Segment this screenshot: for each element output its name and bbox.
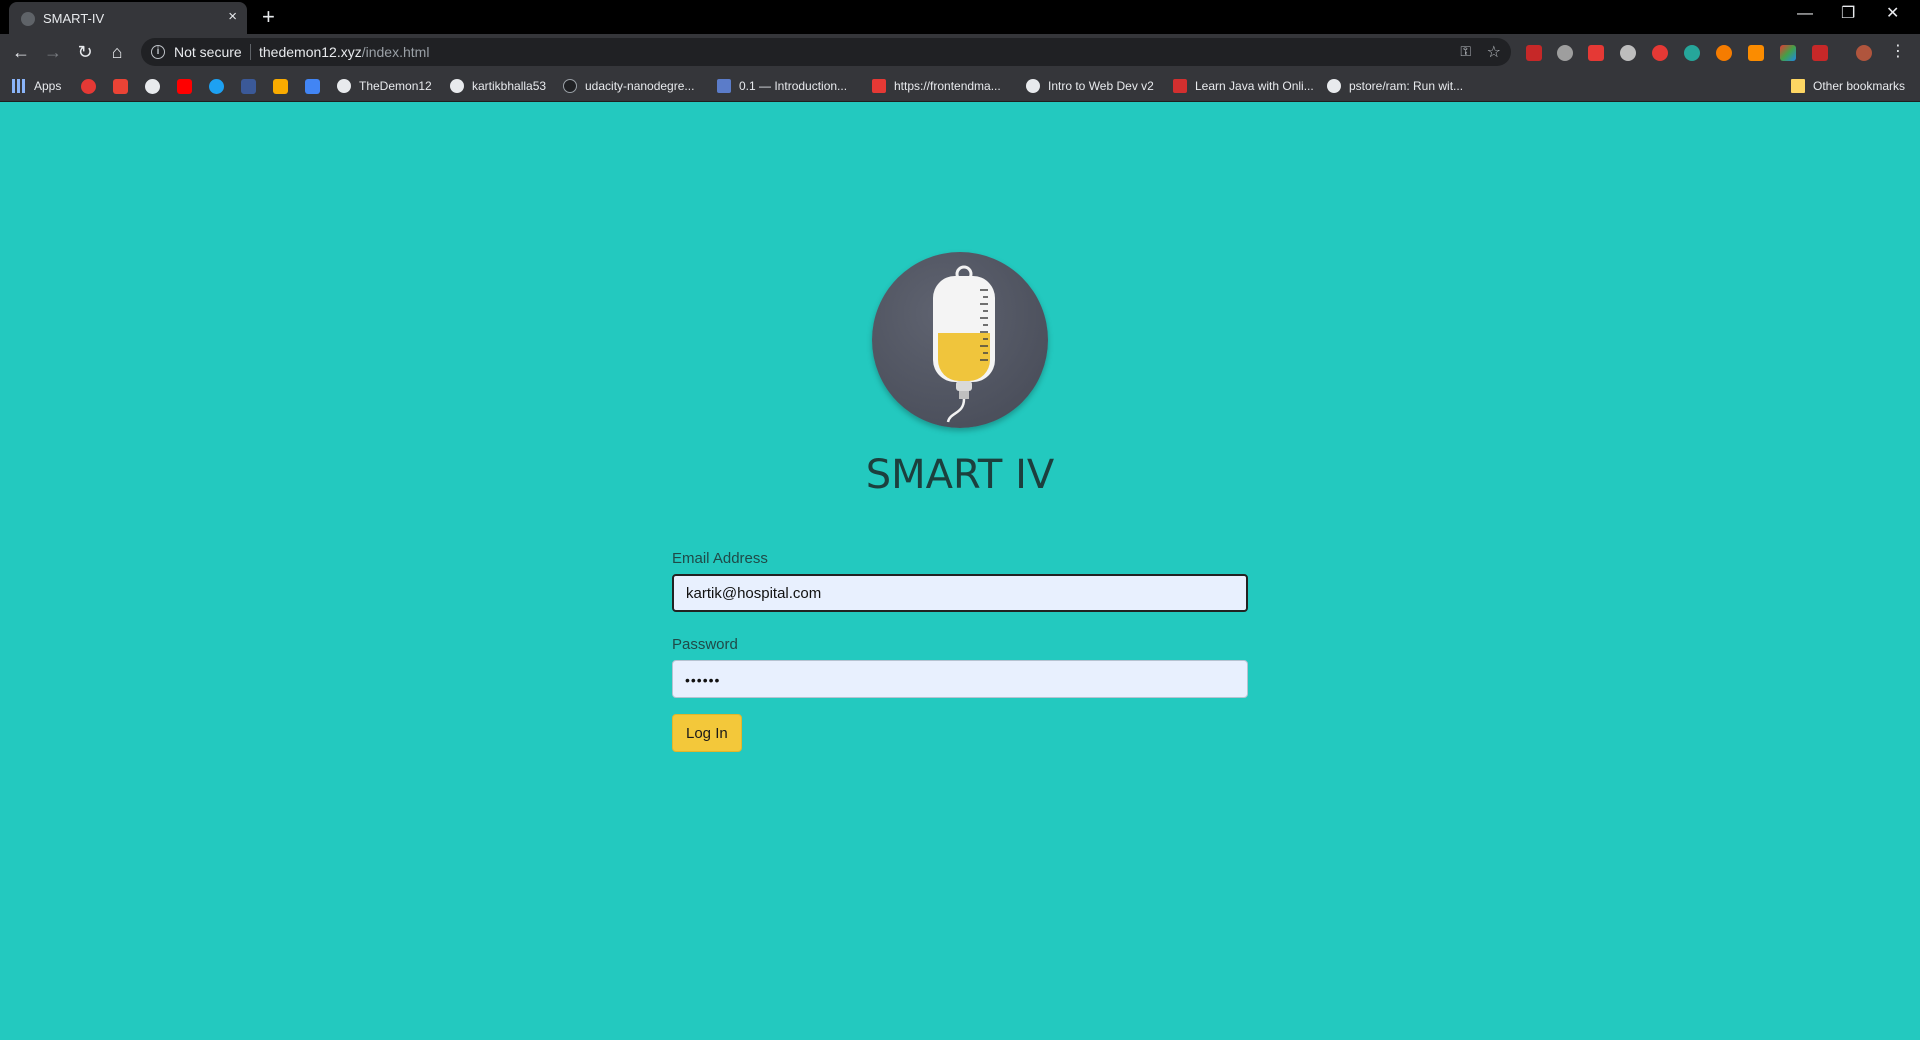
profile-avatar[interactable]: [1856, 45, 1872, 61]
url-text[interactable]: thedemon12.xyz/index.html: [259, 44, 429, 60]
bookmark-label: 0.1 — Introduction...: [739, 79, 848, 93]
new-tab-button[interactable]: +: [262, 4, 275, 30]
tab-close-icon[interactable]: ×: [228, 9, 237, 25]
extension-c-icon[interactable]: [1684, 45, 1700, 61]
page-title: SMART IV: [865, 452, 1055, 498]
edx-icon: [1173, 79, 1187, 93]
globe-icon: [21, 12, 35, 26]
bookmark-label: https://frontendma...: [894, 79, 1001, 93]
fm-icon: [872, 79, 886, 93]
password-field[interactable]: ••••••: [672, 660, 1248, 698]
bookmark-apps[interactable]: Apps: [12, 77, 61, 95]
bookmark-pstore-ram[interactable]: pstore/ram: Run wit...: [1327, 77, 1463, 95]
info-icon[interactable]: i: [151, 45, 165, 59]
close-window-icon[interactable]: ✕: [1886, 4, 1899, 24]
password-label: Password: [672, 636, 738, 653]
home-icon[interactable]: ⌂: [106, 41, 128, 63]
bookmark-label: Apps: [34, 79, 62, 93]
browser-toolbar: ← → ↻ ⌂ i Not secure thedemon12.xyz/inde…: [0, 34, 1920, 70]
back-arrow-icon[interactable]: ←: [10, 41, 32, 63]
address-divider: [250, 44, 251, 60]
other-bookmarks[interactable]: Other bookmarks: [1791, 77, 1905, 95]
password-mask: ••••••: [685, 672, 721, 688]
bookmark-intro-web-dev[interactable]: Intro to Web Dev v2: [1026, 77, 1154, 95]
github-icon: [337, 79, 351, 93]
bookmark-thedemon12[interactable]: TheDemon12: [337, 77, 432, 95]
bookmark-github-icon[interactable]: [145, 79, 160, 94]
globe-icon: [1026, 79, 1040, 93]
bookmark-label: udacity-nanodegre...: [585, 79, 695, 93]
bookmark-label: Intro to Web Dev v2: [1048, 79, 1154, 93]
cpp-icon: [717, 79, 731, 93]
bookmark-label: kartikbhalla53: [472, 79, 547, 93]
bookmark-label: TheDemon12: [359, 79, 432, 93]
minimize-icon[interactable]: —: [1797, 4, 1813, 24]
extension-badge-icon[interactable]: [1748, 45, 1764, 61]
bookmark-frontendmasters[interactable]: https://frontendma...: [872, 77, 1001, 95]
extension-colorful-icon[interactable]: [1780, 45, 1796, 61]
login-button[interactable]: Log In: [672, 714, 742, 752]
browser-tab[interactable]: SMART-IV ×: [9, 2, 247, 34]
extension-gear-icon[interactable]: [1620, 45, 1636, 61]
app-logo: [872, 252, 1048, 428]
bookmark-youtube-icon[interactable]: [177, 79, 192, 94]
folder-icon: [1791, 79, 1805, 93]
github-icon: [1327, 79, 1341, 93]
github-icon: [450, 79, 464, 93]
extension-record-icon[interactable]: [1652, 45, 1668, 61]
email-field[interactable]: [672, 574, 1248, 612]
email-label: Email Address: [672, 550, 768, 567]
tab-title: SMART-IV: [43, 11, 105, 26]
extension-play-icon[interactable]: [1588, 45, 1604, 61]
security-label[interactable]: Not secure: [174, 44, 242, 60]
bookmark-kartikbhalla53[interactable]: kartikbhalla53: [450, 77, 546, 95]
browser-tab-strip: SMART-IV × + — ❐ ✕: [0, 0, 1920, 34]
restore-icon[interactable]: ❐: [1841, 4, 1855, 24]
extension-dots-icon[interactable]: [1812, 45, 1828, 61]
ublock-extension-icon[interactable]: [1526, 45, 1542, 61]
bookmark-facebook-icon[interactable]: [241, 79, 256, 94]
apps-grid-icon: [12, 79, 26, 93]
github-icon: [563, 79, 577, 93]
iv-bag-icon: [933, 265, 995, 423]
bookmark-ubuntu-icon[interactable]: [81, 79, 96, 94]
url-host: thedemon12.xyz: [259, 44, 362, 60]
bookmark-label: Other bookmarks: [1813, 79, 1906, 93]
bookmark-star-icon[interactable]: ☆: [1487, 42, 1501, 62]
bookmarks-bar: Apps TheDemon12 kartikbhalla53 udacity-n…: [0, 70, 1920, 102]
bookmark-cpp-intro[interactable]: 0.1 — Introduction...: [717, 77, 847, 95]
extension-compass-icon[interactable]: [1557, 45, 1573, 61]
bookmark-twitter-icon[interactable]: [209, 79, 224, 94]
bookmark-learn-java[interactable]: Learn Java with Onli...: [1173, 77, 1314, 95]
forward-arrow-icon[interactable]: →: [42, 41, 64, 63]
address-bar[interactable]: i Not secure thedemon12.xyz/index.html ⚿…: [141, 38, 1511, 66]
bookmark-is-icon[interactable]: [305, 79, 320, 94]
bookmark-gmail-icon[interactable]: [113, 79, 128, 94]
key-icon[interactable]: ⚿: [1460, 43, 1471, 60]
reload-icon[interactable]: ↻: [74, 41, 96, 63]
bookmark-label: Learn Java with Onli...: [1195, 79, 1314, 93]
bookmark-label: pstore/ram: Run wit...: [1349, 79, 1464, 93]
login-form: Email Address Password •••••• Log In: [672, 550, 1248, 752]
kebab-menu-icon[interactable]: ⋮: [1887, 41, 1909, 63]
bookmark-analytics-icon[interactable]: [273, 79, 288, 94]
bookmark-udacity[interactable]: udacity-nanodegre...: [563, 77, 694, 95]
extension-cookie-icon[interactable]: [1716, 45, 1732, 61]
url-path: /index.html: [361, 44, 430, 60]
